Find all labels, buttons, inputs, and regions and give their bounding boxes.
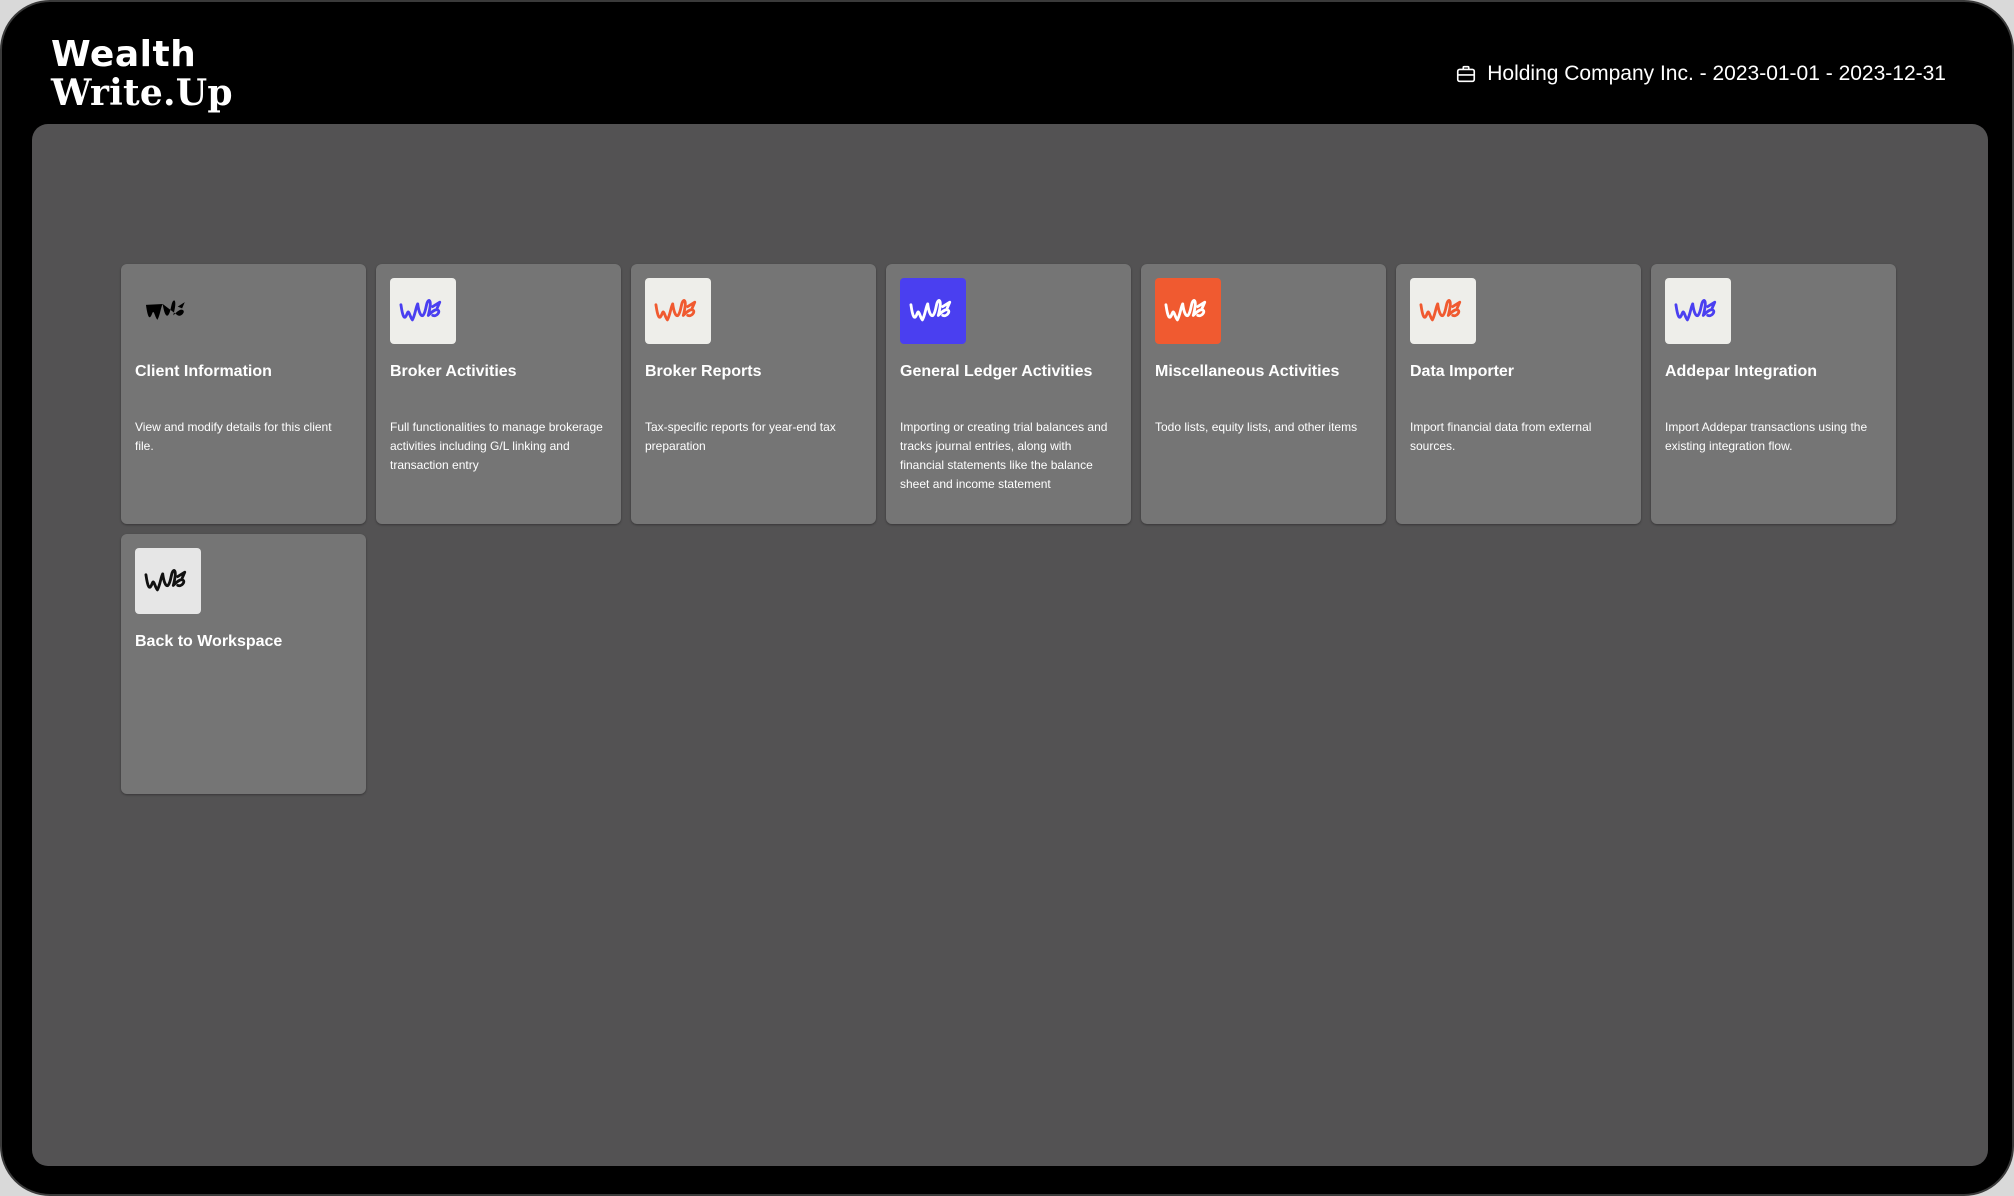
card-icon-tile — [135, 548, 201, 614]
client-context-label: Holding Company Inc. - 2023-01-01 - 2023… — [1487, 62, 1946, 85]
app-window: Wealth Write.Up Holding Company Inc. - 2… — [0, 0, 2014, 1196]
card-description: View and modify details for this client … — [135, 420, 332, 453]
card-data-importer[interactable]: Data Importer Import financial data from… — [1396, 264, 1641, 524]
app-logo[interactable]: Wealth Write.Up — [51, 34, 233, 114]
card-title: General Ledger Activities — [900, 363, 1093, 380]
card-description: Import Addepar transactions using the ex… — [1665, 420, 1868, 453]
wu-logo-icon — [144, 569, 187, 592]
wu-logo-icon — [1674, 299, 1717, 322]
card-description: Import financial data from external sour… — [1410, 420, 1592, 453]
card-title: Back to Workspace — [135, 633, 283, 650]
card-description: Full functionalities to manage brokerage… — [390, 420, 603, 472]
card-general-ledger-activities[interactable]: General Ledger Activities Importing or c… — [886, 264, 1131, 524]
module-grid: Client Information View and modify detai… — [121, 264, 1896, 794]
logo-line-2: Write.Up — [51, 72, 233, 114]
card-addepar-integration[interactable]: Addepar Integration Import Addepar trans… — [1651, 264, 1896, 524]
card-icon-tile — [390, 278, 456, 344]
card-icon-tile — [1155, 278, 1221, 344]
card-back-to-workspace[interactable]: Back to Workspace — [121, 534, 366, 794]
card-icon-tile — [1410, 278, 1476, 344]
card-miscellaneous-activities[interactable]: Miscellaneous Activities Todo lists, equ… — [1141, 264, 1386, 524]
card-title: Data Importer — [1410, 363, 1515, 380]
client-context: Holding Company Inc. - 2023-01-01 - 2023… — [1455, 62, 1946, 86]
card-broker-activities[interactable]: Broker Activities Full functionalities t… — [376, 264, 621, 524]
card-description: Importing or creating trial balances and… — [900, 420, 1108, 491]
card-icon-tile — [645, 278, 711, 344]
wu-logo-icon — [654, 299, 697, 322]
card-title: Miscellaneous Activities — [1155, 363, 1340, 380]
card-description: Tax-specific reports for year-end tax pr… — [645, 420, 836, 453]
card-icon-tile — [1665, 278, 1731, 344]
main-panel: Client Information View and modify detai… — [32, 124, 1988, 1166]
briefcase-icon — [1457, 65, 1476, 83]
card-icon-tile — [135, 278, 201, 344]
card-broker-reports[interactable]: Broker Reports Tax-specific reports for … — [631, 264, 876, 524]
card-title: Client Information — [135, 363, 272, 380]
card-title: Addepar Integration — [1665, 363, 1818, 380]
wu-logo-icon — [1164, 299, 1207, 322]
card-title: Broker Reports — [645, 363, 762, 380]
card-icon-tile — [900, 278, 966, 344]
card-title: Broker Activities — [390, 363, 517, 380]
wu-logo-icon — [1419, 299, 1462, 322]
wu-logo-icon — [909, 299, 952, 322]
wu-logo-icon — [145, 300, 185, 320]
card-description: Todo lists, equity lists, and other item… — [1155, 420, 1358, 434]
logo-line-1: Wealth — [51, 34, 197, 75]
wu-logo-icon — [399, 299, 442, 322]
card-client-information[interactable]: Client Information View and modify detai… — [121, 264, 366, 524]
